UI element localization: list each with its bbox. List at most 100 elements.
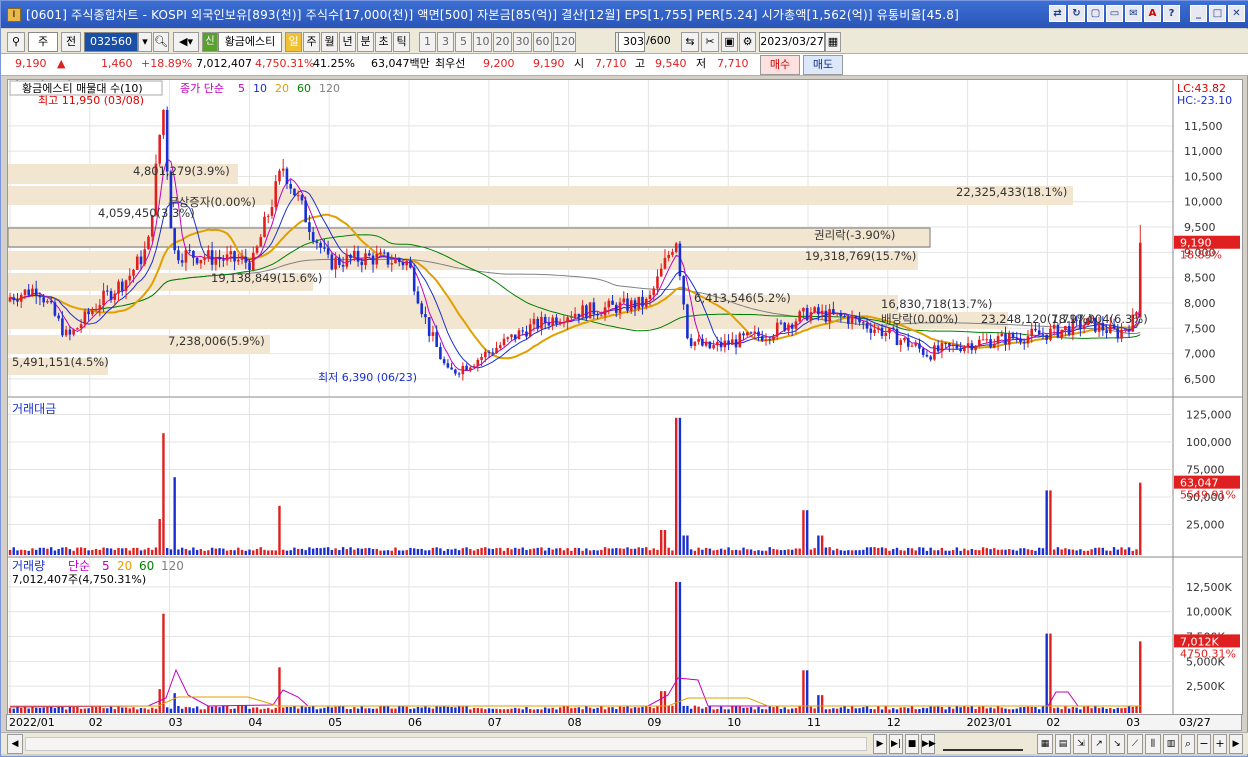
grid-icon[interactable]: ▦ — [1037, 734, 1053, 754]
amount-bar — [323, 547, 326, 555]
unit-button-1[interactable]: 주 — [303, 32, 320, 52]
candle-body — [996, 336, 1000, 344]
pin-icon[interactable]: ⚲ — [7, 32, 25, 52]
window-icon[interactable]: ▢ — [1087, 5, 1104, 22]
amount-bar — [386, 550, 390, 555]
unit-button-0[interactable]: 일 — [285, 32, 302, 52]
pattern-icon[interactable]: ✂ — [701, 32, 719, 52]
title-bar[interactable]: I [0601] 주식종합차트 - KOSPI 외국인보유[893(천)] 주식… — [1, 1, 1248, 28]
zoom-icon[interactable]: ⌕ — [1181, 734, 1195, 754]
search-icon[interactable]: 🔍︎ — [153, 32, 169, 52]
volume-bar — [948, 706, 951, 713]
amount-bar — [442, 550, 446, 555]
capture-icon[interactable]: ▭ — [1106, 5, 1123, 22]
interval-button-120[interactable]: 120 — [553, 32, 576, 52]
volume-bar — [345, 708, 349, 713]
save-icon[interactable]: ▣ — [721, 32, 738, 52]
speed-slider[interactable] — [943, 737, 1023, 751]
volume-bar — [993, 708, 996, 713]
amount-bar — [207, 550, 210, 555]
link-icon[interactable]: ⇄ — [1049, 5, 1066, 22]
interval-button-3[interactable]: 3 — [437, 32, 454, 52]
step-icon[interactable]: ▶| — [889, 734, 903, 754]
minus-icon[interactable]: − — [1197, 734, 1211, 754]
unit-button-5[interactable]: 초 — [375, 32, 392, 52]
volume-bar — [469, 709, 472, 713]
arrows-icon[interactable]: ⇲ — [1073, 734, 1089, 754]
unit-button-6[interactable]: 틱 — [393, 32, 410, 52]
interval-button-60[interactable]: 60 — [533, 32, 552, 52]
stop-icon[interactable]: ■ — [905, 734, 919, 754]
stock-code-input[interactable]: 032560 — [84, 32, 138, 52]
candle-body — [311, 232, 315, 242]
settings-icon[interactable]: ⚙ — [739, 32, 756, 52]
scroll-toolbar: ◀ ▶ ▶| ■ ▶▶ ▦ ▤ ⇲ ↗ ↘ ⟋ ⫼ ▥ ⌕ − + ▶ — [1, 732, 1248, 754]
volume-bar — [1094, 706, 1097, 713]
x-axis-label: 2023/01 — [966, 716, 1013, 729]
stock-name-field[interactable]: 황금에스티 — [218, 32, 282, 52]
unit-button-4[interactable]: 분 — [357, 32, 374, 52]
amount-bar — [888, 550, 891, 555]
interval-button-30[interactable]: 30 — [513, 32, 532, 52]
volume-bar — [12, 708, 15, 713]
x-axis-label: 09 — [647, 716, 662, 729]
play-icon[interactable]: ▶ — [873, 734, 887, 754]
chart-area[interactable]: 4,801,279(3.9%) 22,325,433(18.1%) 4,059,45… — [7, 69, 1243, 715]
candle-body — [536, 318, 540, 329]
calendar-icon[interactable]: ▦ — [825, 32, 841, 52]
line-icon[interactable]: ⟋ — [1127, 734, 1143, 754]
volume-bar — [49, 706, 53, 713]
sell-button[interactable]: 매도 — [803, 55, 843, 75]
interval-button-5[interactable]: 5 — [455, 32, 472, 52]
volume-bar — [592, 708, 596, 713]
count-input[interactable]: 303 — [618, 32, 645, 52]
close-icon[interactable]: ✕ — [1228, 5, 1245, 22]
price-axis-label: 11,000 — [1184, 145, 1223, 158]
date-input[interactable]: 2023/03/27 — [759, 32, 825, 52]
tool-icon[interactable]: ⇆ — [681, 32, 699, 52]
candle-body — [921, 348, 925, 355]
refresh-icon[interactable]: ↻ — [1068, 5, 1085, 22]
unit-button-3[interactable]: 년 — [339, 32, 356, 52]
candle-body — [338, 257, 341, 266]
period-select[interactable]: 주 — [28, 32, 58, 52]
sound-icon[interactable]: ◀▾ — [173, 32, 199, 52]
amount-bar — [98, 549, 102, 555]
unit-button-2[interactable]: 월 — [321, 32, 338, 52]
amount-bar — [61, 547, 64, 555]
volume-bar — [79, 708, 83, 713]
interval-button-10[interactable]: 10 — [473, 32, 492, 52]
amount-bar — [573, 547, 577, 555]
candle-body — [989, 339, 992, 348]
maximize-icon[interactable]: □ — [1209, 5, 1226, 22]
amount-bar — [124, 548, 128, 555]
layout-icon[interactable]: ▤ — [1055, 734, 1071, 754]
interval-button-20[interactable]: 20 — [493, 32, 512, 52]
dropdown-icon[interactable]: ▾ — [138, 32, 152, 52]
candle-body — [787, 324, 790, 331]
volume-bar — [951, 708, 955, 713]
interval-button-1[interactable]: 1 — [419, 32, 436, 52]
price-type-button[interactable]: 전 — [61, 32, 81, 52]
candle-icon[interactable]: ▥ — [1163, 734, 1179, 754]
plus-icon[interactable]: + — [1213, 734, 1227, 754]
scrollbar-track[interactable] — [25, 737, 867, 751]
minimize-icon[interactable]: _ — [1190, 5, 1207, 22]
scroll-left-icon[interactable]: ◀ — [7, 734, 23, 754]
help-icon[interactable]: ? — [1163, 5, 1180, 22]
amount-bar — [1000, 549, 1003, 555]
volume-bar — [1101, 707, 1105, 713]
buy-button[interactable]: 매수 — [760, 55, 800, 75]
print-icon[interactable]: ✉ — [1125, 5, 1142, 22]
candle-body — [214, 258, 218, 265]
volume-bar — [847, 708, 850, 713]
volume-bar — [132, 707, 135, 713]
scroll-right-icon[interactable]: ▶ — [1229, 734, 1243, 754]
candle-body — [895, 328, 899, 346]
fast-forward-icon[interactable]: ▶▶ — [921, 734, 936, 754]
stock-chart[interactable]: 4,801,279(3.9%)22,325,433(18.1%)4,059,45… — [7, 69, 1242, 714]
arrow-up-icon[interactable]: ↗ — [1091, 734, 1107, 754]
bar-icon[interactable]: ⫼ — [1145, 734, 1161, 754]
arrow-down-icon[interactable]: ↘ — [1109, 734, 1125, 754]
font-icon[interactable]: A — [1144, 5, 1161, 22]
